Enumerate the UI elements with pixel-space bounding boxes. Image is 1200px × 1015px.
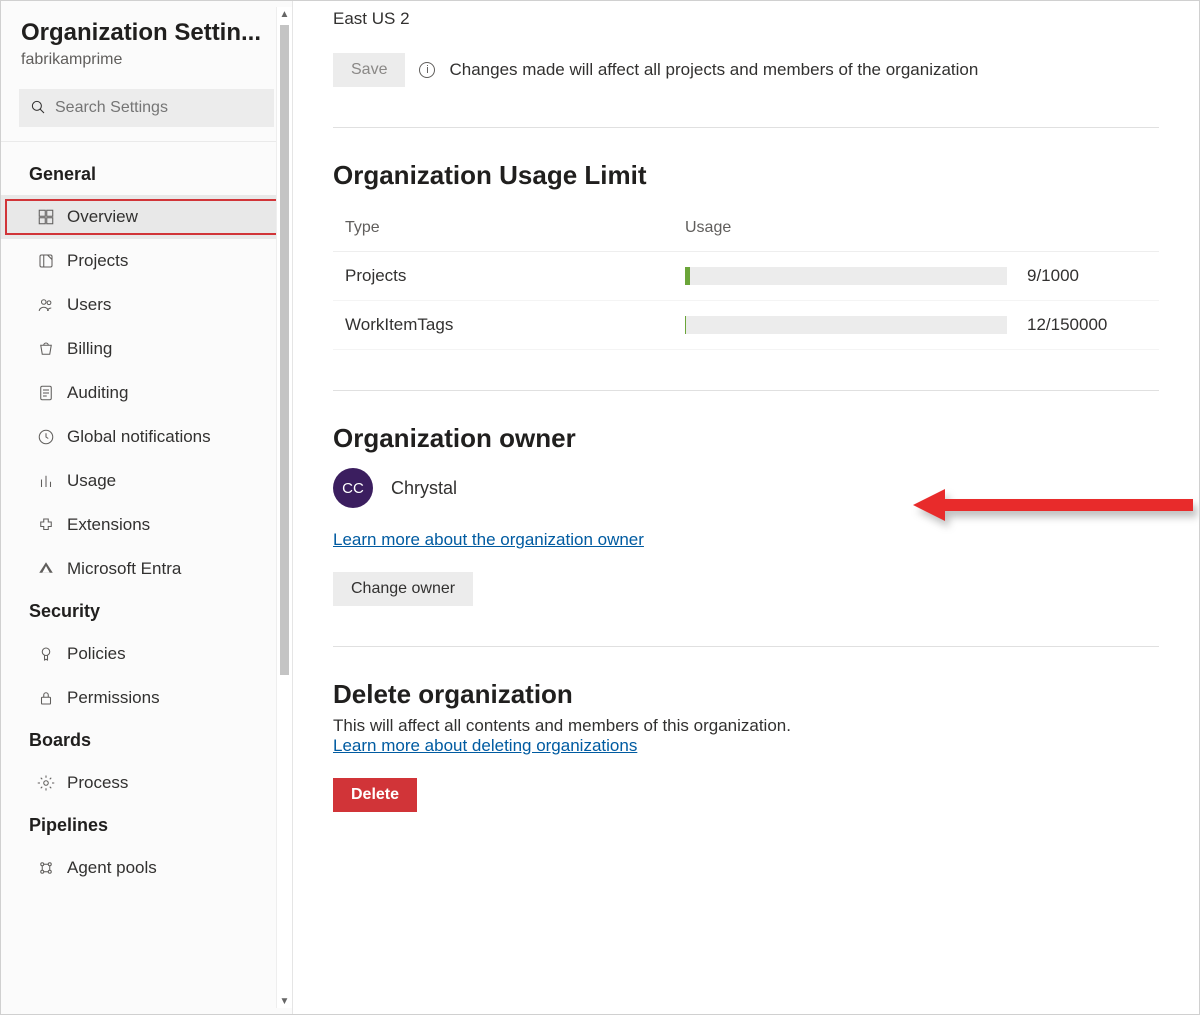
nav-item-global-notifications[interactable]: Global notifications — [1, 415, 292, 459]
owner-section: Organization owner CC Chrystal Learn mor… — [333, 390, 1159, 606]
nav-group-security: Security — [1, 591, 292, 632]
owner-avatar: CC — [333, 468, 373, 508]
nav-item-label: Permissions — [67, 688, 160, 708]
usage-bar — [685, 267, 1007, 285]
owner-name: Chrystal — [391, 478, 457, 499]
nav-item-label: Users — [67, 295, 111, 315]
usage-row-workitemtags: WorkItemTags 12/150000 — [333, 301, 1159, 350]
info-icon: i — [419, 62, 435, 78]
nav-item-agent-pools[interactable]: Agent pools — [1, 846, 292, 890]
nav-item-microsoft-entra[interactable]: Microsoft Entra — [1, 547, 292, 591]
change-owner-button[interactable]: Change owner — [333, 572, 473, 606]
delete-learn-more-link[interactable]: Learn more about deleting organizations — [333, 736, 637, 756]
settings-nav: General Overview Projects Users — [1, 142, 292, 1014]
usage-row-projects: Projects 9/1000 — [333, 252, 1159, 301]
search-icon — [29, 98, 47, 119]
policies-icon — [37, 645, 55, 663]
scroll-down-arrow[interactable]: ▼ — [277, 994, 292, 1008]
nav-group-general: General — [1, 154, 292, 195]
nav-group-boards: Boards — [1, 720, 292, 761]
search-settings-box[interactable] — [19, 89, 274, 127]
entra-icon — [37, 560, 55, 578]
usage-section: Organization Usage Limit Type Usage Proj… — [333, 127, 1159, 350]
nav-item-label: Projects — [67, 251, 128, 271]
main-content: East US 2 Save i Changes made will affec… — [293, 1, 1199, 1014]
owner-heading: Organization owner — [333, 423, 1159, 454]
sidebar-title: Organization Settin... — [21, 19, 272, 47]
users-icon — [37, 296, 55, 314]
auditing-icon — [37, 384, 55, 402]
nav-item-extensions[interactable]: Extensions — [1, 503, 292, 547]
delete-section: Delete organization This will affect all… — [333, 646, 1159, 812]
usage-value: 9/1000 — [1027, 266, 1147, 286]
search-settings-input[interactable] — [55, 99, 264, 117]
scroll-up-arrow[interactable]: ▲ — [277, 7, 292, 21]
owner-learn-more-link[interactable]: Learn more about the organization owner — [333, 530, 644, 550]
sidebar-scrollbar[interactable]: ▲ ▼ — [276, 7, 292, 1008]
region-label: East US 2 — [333, 9, 1159, 29]
usage-col-type: Type — [345, 219, 665, 237]
usage-heading: Organization Usage Limit — [333, 160, 1159, 191]
nav-item-overview[interactable]: Overview — [1, 195, 292, 239]
usage-value: 12/150000 — [1027, 315, 1147, 335]
nav-item-projects[interactable]: Projects — [1, 239, 292, 283]
projects-icon — [37, 252, 55, 270]
changes-note: Changes made will affect all projects an… — [449, 60, 978, 80]
permissions-icon — [37, 689, 55, 707]
nav-item-process[interactable]: Process — [1, 761, 292, 805]
process-icon — [37, 774, 55, 792]
usage-icon — [37, 472, 55, 490]
usage-bar — [685, 316, 1007, 334]
save-button[interactable]: Save — [333, 53, 405, 87]
usage-type: Projects — [345, 266, 665, 286]
delete-button[interactable]: Delete — [333, 778, 417, 812]
sidebar: Organization Settin... fabrikamprime Gen… — [1, 1, 293, 1014]
nav-item-label: Extensions — [67, 515, 150, 535]
notifications-icon — [37, 428, 55, 446]
nav-item-label: Overview — [67, 207, 138, 227]
nav-item-label: Usage — [67, 471, 116, 491]
usage-type: WorkItemTags — [345, 315, 665, 335]
nav-item-billing[interactable]: Billing — [1, 327, 292, 371]
nav-item-users[interactable]: Users — [1, 283, 292, 327]
delete-description: This will affect all contents and member… — [333, 716, 1159, 736]
delete-heading: Delete organization — [333, 679, 1159, 710]
nav-item-label: Process — [67, 773, 128, 793]
nav-item-usage[interactable]: Usage — [1, 459, 292, 503]
sidebar-subtitle: fabrikamprime — [21, 51, 272, 69]
nav-item-label: Microsoft Entra — [67, 559, 181, 579]
nav-item-auditing[interactable]: Auditing — [1, 371, 292, 415]
nav-item-label: Policies — [67, 644, 126, 664]
nav-item-label: Auditing — [67, 383, 128, 403]
nav-item-label: Agent pools — [67, 858, 157, 878]
scroll-thumb[interactable] — [280, 25, 289, 675]
extensions-icon — [37, 516, 55, 534]
billing-icon — [37, 340, 55, 358]
nav-item-policies[interactable]: Policies — [1, 632, 292, 676]
agent-pools-icon — [37, 859, 55, 877]
usage-col-usage: Usage — [685, 219, 1007, 237]
nav-group-pipelines: Pipelines — [1, 805, 292, 846]
overview-icon — [37, 208, 55, 226]
nav-item-label: Billing — [67, 339, 112, 359]
nav-item-permissions[interactable]: Permissions — [1, 676, 292, 720]
nav-item-label: Global notifications — [67, 427, 211, 447]
